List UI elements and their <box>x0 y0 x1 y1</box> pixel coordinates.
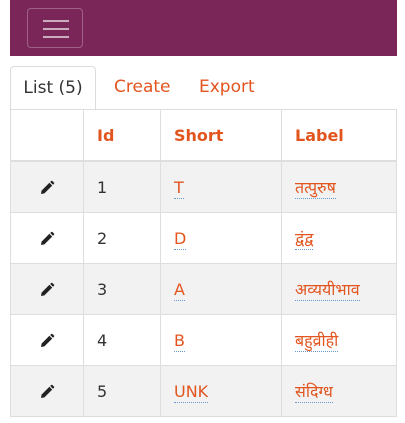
id-cell: 5 <box>83 365 161 417</box>
hamburger-icon-bar <box>43 36 69 38</box>
short-cell: UNK <box>160 365 282 417</box>
label-cell: द्वंद्व <box>281 212 397 264</box>
navbar <box>10 0 397 56</box>
table-row: 2 D द्वंद्व <box>10 212 397 264</box>
pencil-icon[interactable] <box>39 231 55 247</box>
short-link[interactable]: B <box>174 330 185 352</box>
edit-cell <box>10 160 84 213</box>
pencil-icon[interactable] <box>39 333 55 349</box>
short-cell: A <box>160 263 282 315</box>
id-cell: 2 <box>83 212 161 264</box>
table-header-row: Id Short Label <box>10 109 397 162</box>
pencil-icon[interactable] <box>39 180 55 196</box>
short-link[interactable]: D <box>174 228 187 250</box>
tab-list[interactable]: List (5) <box>10 66 96 109</box>
id-cell: 1 <box>83 160 161 213</box>
label-cell: अव्ययीभाव <box>281 263 397 315</box>
label-cell: संदिग्ध <box>281 365 397 417</box>
hamburger-icon-bar <box>43 28 69 30</box>
label-link[interactable]: तत्पुरुष <box>295 178 336 199</box>
edit-cell <box>10 314 84 366</box>
label-cell: बहुव्रीही <box>281 314 397 366</box>
edit-cell <box>10 263 84 315</box>
edit-cell <box>10 365 84 417</box>
hamburger-icon-bar <box>43 20 69 22</box>
table-row: 1 T तत्पुरुष <box>10 160 397 213</box>
column-header-label[interactable]: Label <box>281 109 397 162</box>
short-link[interactable]: UNK <box>174 381 209 403</box>
tab-bar: List (5) Create Export <box>10 66 397 109</box>
column-header-actions <box>10 109 84 162</box>
label-cell: तत्पुरुष <box>281 160 397 213</box>
label-link[interactable]: संदिग्ध <box>295 382 333 403</box>
short-link[interactable]: T <box>174 177 184 199</box>
records-table: Id Short Label 1 T तत्पुरुष 2 D द्वंद्व 3 A अव्य… <box>10 109 397 417</box>
pencil-icon[interactable] <box>39 282 55 298</box>
tab-export[interactable]: Export <box>199 66 255 109</box>
pencil-icon[interactable] <box>39 384 55 400</box>
table-row: 4 B बहुव्रीही <box>10 314 397 366</box>
edit-cell <box>10 212 84 264</box>
short-cell: D <box>160 212 282 264</box>
column-header-id[interactable]: Id <box>83 109 161 162</box>
tab-create[interactable]: Create <box>114 66 171 109</box>
id-cell: 4 <box>83 314 161 366</box>
label-link[interactable]: बहुव्रीही <box>295 331 339 352</box>
short-cell: B <box>160 314 282 366</box>
table-row: 5 UNK संदिग्ध <box>10 365 397 417</box>
table-row: 3 A अव्ययीभाव <box>10 263 397 315</box>
label-link[interactable]: द्वंद्व <box>295 229 314 250</box>
column-header-short[interactable]: Short <box>160 109 282 162</box>
short-cell: T <box>160 160 282 213</box>
short-link[interactable]: A <box>174 279 185 301</box>
id-cell: 3 <box>83 263 161 315</box>
navbar-toggle-button[interactable] <box>27 8 83 48</box>
label-link[interactable]: अव्ययीभाव <box>295 280 360 301</box>
